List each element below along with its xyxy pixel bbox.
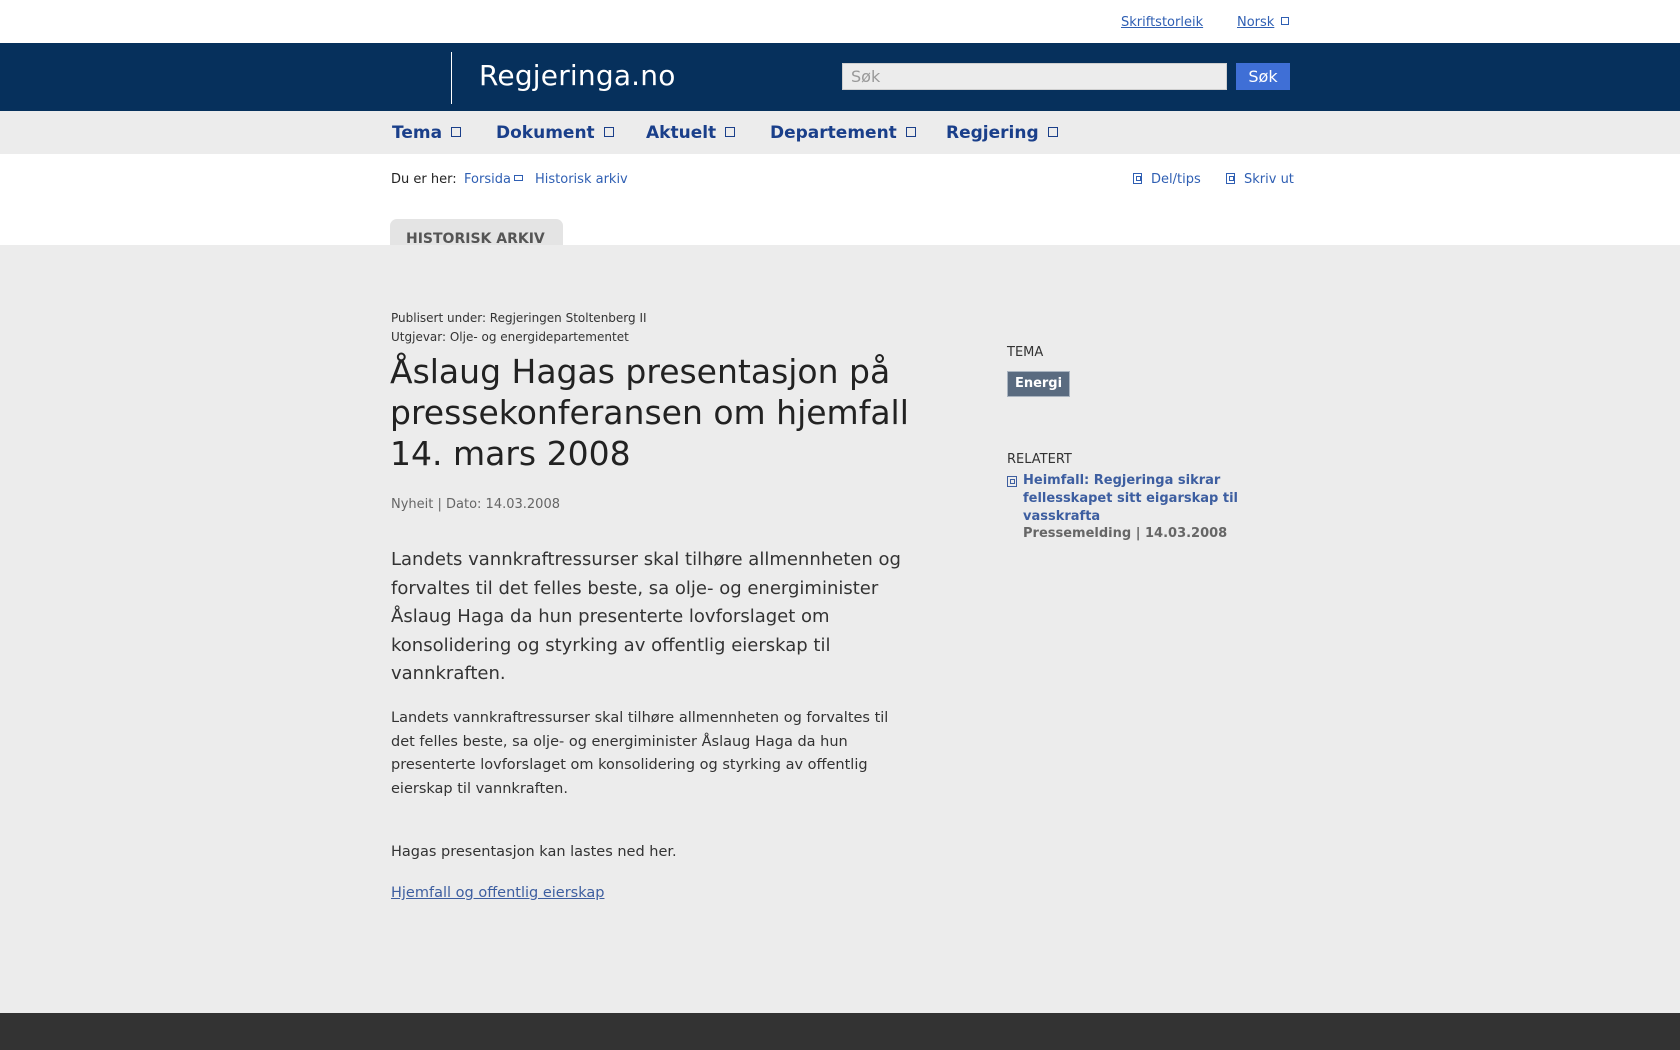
chevron-down-icon [905, 127, 916, 137]
chevron-down-icon [725, 127, 736, 137]
published-under: Publisert under: Regjeringen Stoltenberg… [391, 311, 647, 325]
tema-tag-energi[interactable]: Energi [1007, 371, 1070, 397]
article-dateline: Nyheit | Dato: 14.03.2008 [391, 497, 560, 512]
print-icon [1226, 173, 1235, 184]
share-label: Del/tips [1151, 172, 1201, 187]
chevron-down-icon [1281, 17, 1290, 25]
nav-item-label: Regjering [946, 123, 1039, 143]
article-lead: Landets vannkraftressurser skal tilhøre … [391, 549, 901, 684]
section-tab: HISTORISK ARKIV [390, 219, 563, 247]
site-footer [0, 1013, 1680, 1050]
nav-item-departement[interactable]: Departement [770, 123, 916, 143]
nav-item-dokument[interactable]: Dokument [496, 123, 614, 143]
publisher: Utgjevar: Olje- og energidepartementet [391, 330, 629, 344]
breadcrumb-item-label[interactable]: Forsida [464, 172, 511, 187]
nav-item-label: Aktuelt [646, 123, 717, 143]
print-label: Skriv ut [1244, 172, 1294, 187]
logo-divider [451, 52, 452, 104]
language-link[interactable]: Norsk [1237, 15, 1274, 30]
nav-item-label: Departement [770, 123, 897, 143]
font-size-link[interactable]: Skriftstorleik [1121, 15, 1203, 30]
chevron-right-icon [513, 175, 523, 181]
nav-item-label: Dokument [496, 123, 595, 143]
related-meta: Pressemelding | 14.03.2008 [1023, 526, 1228, 541]
share-button[interactable]: Del/tips [1133, 172, 1201, 187]
site-header: Regjeringa.no Søk [0, 43, 1680, 111]
print-button[interactable]: Skriv ut [1226, 172, 1294, 187]
utility-bar: Skriftstorleik Norsk [0, 0, 1680, 43]
page-title: Åslaug Hagas presentasjon på pressekonfe… [390, 352, 909, 473]
breadcrumb: Du er her: Forsida Historisk arkiv Del/t… [0, 154, 1680, 245]
nav-item-label: Tema [392, 123, 443, 143]
document-icon [1007, 476, 1017, 487]
site-brand[interactable]: Regjeringa.no [479, 59, 676, 92]
tema-heading: TEMA [1007, 345, 1044, 360]
chevron-down-icon [603, 127, 614, 137]
related-heading: RELATERT [1007, 452, 1072, 467]
download-link[interactable]: Hjemfall og offentlig eierskap [391, 885, 604, 901]
related-link[interactable]: Heimfall: Regjeringa sikrar fellesskapet… [1023, 472, 1243, 526]
main-content: Publisert under: Regjeringen Stoltenberg… [0, 245, 1680, 1013]
article-body: Landets vannkraftressurser skal tilhøre … [391, 710, 889, 797]
language-selector[interactable]: Norsk [1237, 15, 1290, 30]
nav-item-regjering[interactable]: Regjering [946, 123, 1058, 143]
nav-item-tema[interactable]: Tema [392, 123, 462, 143]
main-navigation: Tema Dokument Aktuelt Departement Regjer… [0, 111, 1680, 154]
breadcrumb-item-forsida[interactable]: Forsida [464, 172, 523, 187]
chevron-down-icon [451, 127, 462, 137]
breadcrumb-item-historisk-arkiv[interactable]: Historisk arkiv [535, 172, 628, 187]
share-icon [1133, 173, 1142, 184]
search-button[interactable]: Søk [1236, 63, 1290, 90]
nav-item-aktuelt[interactable]: Aktuelt [646, 123, 736, 143]
breadcrumb-label: Du er her: [391, 172, 457, 187]
chevron-down-icon [1047, 127, 1058, 137]
download-text: Hagas presentasjon kan lastes ned her. [391, 844, 677, 860]
search-input[interactable] [842, 63, 1227, 90]
